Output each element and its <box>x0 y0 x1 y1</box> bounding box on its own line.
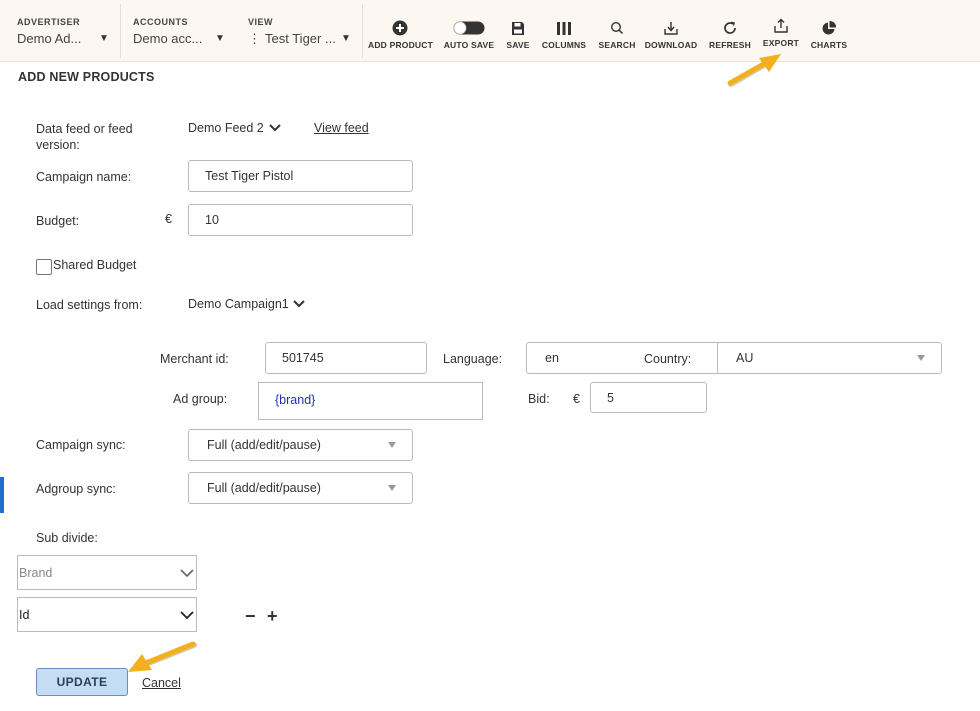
adgroup-sync-value: Full (add/edit/pause) <box>207 481 321 495</box>
save-label: SAVE <box>506 40 530 50</box>
data-feed-dropdown[interactable]: Demo Feed 2 <box>188 121 281 135</box>
bid-input[interactable]: 5 <box>590 382 707 413</box>
search-label: SEARCH <box>598 40 636 50</box>
sub-divide-select-1[interactable]: Brand <box>17 555 197 590</box>
export-label: EXPORT <box>762 38 800 48</box>
data-feed-value: Demo Feed 2 <box>188 121 264 135</box>
campaign-name-label: Campaign name: <box>36 170 132 184</box>
sub-divide-value-2: Id <box>19 607 30 622</box>
caret-down-icon <box>388 485 396 491</box>
campaign-sync-value: Full (add/edit/pause) <box>207 438 321 452</box>
bid-label: Bid: <box>528 392 550 406</box>
charts-button[interactable]: CHARTS <box>809 18 849 50</box>
country-value: AU <box>736 351 754 365</box>
active-section-indicator <box>0 477 4 513</box>
shared-budget-label: Shared Budget <box>53 258 137 272</box>
merchant-id-label: Merchant id: <box>160 352 229 366</box>
campaign-sync-label: Campaign sync: <box>36 438 126 452</box>
sub-divide-label: Sub divide: <box>36 531 98 545</box>
refresh-icon <box>708 18 752 38</box>
country-label: Country: <box>644 352 692 366</box>
chevron-down-icon: ▼ <box>341 33 351 44</box>
divider <box>120 4 121 58</box>
chevron-down-icon: ▼ <box>215 33 225 44</box>
caret-down-icon <box>917 355 925 361</box>
add-product-label: ADD PRODUCT <box>368 40 434 50</box>
annotation-arrow-export <box>727 54 781 87</box>
auto-save-label: AUTO SAVE <box>443 40 495 50</box>
data-feed-label: Data feed or feed version: <box>36 122 133 152</box>
load-settings-label: Load settings from: <box>36 298 143 312</box>
download-icon <box>643 18 699 38</box>
page-title: ADD NEW PRODUCTS <box>18 70 155 84</box>
merchant-id-input[interactable]: 501745 <box>265 342 427 374</box>
search-icon <box>597 18 637 38</box>
add-product-button[interactable]: ADD PRODUCT <box>368 18 434 50</box>
view-selector[interactable]: VIEW ⋮ Test Tiger ... ▼ <box>248 0 358 62</box>
download-label: DOWNLOAD <box>644 40 698 50</box>
search-button[interactable]: SEARCH <box>597 18 637 50</box>
language-label: Language: <box>443 352 503 366</box>
budget-input[interactable]: 10 <box>188 204 413 236</box>
save-button[interactable]: SAVE <box>503 18 533 50</box>
auto-save-toggle[interactable]: AUTO SAVE <box>443 18 495 50</box>
plus-circle-icon <box>368 18 432 38</box>
refresh-button[interactable]: REFRESH <box>708 18 752 50</box>
chevron-down-icon <box>180 568 194 577</box>
pie-chart-icon <box>809 18 849 38</box>
bid-currency: € <box>573 392 580 406</box>
advertiser-caption: ADVERTISER <box>17 17 81 27</box>
export-button[interactable]: EXPORT <box>760 16 802 48</box>
chevron-down-icon <box>293 300 305 308</box>
toggle-icon <box>443 18 495 38</box>
shared-budget-checkbox[interactable] <box>36 259 52 275</box>
annotation-arrow-update <box>128 641 197 672</box>
load-settings-dropdown[interactable]: Demo Campaign1 <box>188 297 305 311</box>
accounts-selector[interactable]: ACCOUNTS Demo acc... ▼ <box>133 0 233 62</box>
campaign-name-input[interactable]: Test Tiger Pistol <box>188 160 413 192</box>
refresh-label: REFRESH <box>708 40 752 50</box>
campaign-sync-select[interactable]: Full (add/edit/pause) <box>188 429 413 461</box>
chevron-down-icon: ▼ <box>99 33 109 44</box>
budget-currency: € <box>165 212 172 226</box>
export-icon <box>760 16 802 36</box>
language-input[interactable]: en <box>526 342 726 374</box>
budget-label: Budget: <box>36 214 80 228</box>
view-feed-link[interactable]: View feed <box>314 121 369 135</box>
cancel-link[interactable]: Cancel <box>142 676 181 690</box>
advertiser-selector[interactable]: ADVERTISER Demo Ad... ▼ <box>17 0 117 62</box>
adgroup-sync-select[interactable]: Full (add/edit/pause) <box>188 472 413 504</box>
top-toolbar: ADVERTISER Demo Ad... ▼ ACCOUNTS Demo ac… <box>0 0 980 62</box>
divider <box>362 4 363 58</box>
load-settings-value: Demo Campaign1 <box>188 297 289 311</box>
update-button[interactable]: UPDATE <box>36 668 128 696</box>
add-subdivide-button[interactable]: + <box>267 607 278 625</box>
ad-group-input[interactable]: {brand} <box>258 382 483 420</box>
country-select[interactable]: AU <box>717 342 942 374</box>
chevron-down-icon <box>180 610 194 619</box>
accounts-caption: ACCOUNTS <box>133 17 188 27</box>
caret-down-icon <box>388 442 396 448</box>
save-icon <box>503 18 533 38</box>
more-vertical-icon: ⋮ <box>248 31 261 46</box>
columns-icon <box>541 18 587 38</box>
adgroup-sync-label: Adgroup sync: <box>36 482 116 496</box>
ad-group-label: Ad group: <box>173 392 228 406</box>
sub-divide-value-1: Brand <box>19 565 53 580</box>
download-button[interactable]: DOWNLOAD <box>643 18 699 50</box>
sub-divide-select-2[interactable]: Id <box>17 597 197 632</box>
columns-label: COLUMNS <box>541 40 587 50</box>
charts-label: CHARTS <box>810 40 848 50</box>
columns-button[interactable]: COLUMNS <box>541 18 587 50</box>
remove-subdivide-button[interactable]: − <box>245 607 256 625</box>
chevron-down-icon <box>269 124 281 132</box>
view-caption: VIEW <box>248 17 274 27</box>
view-value-text: Test Tiger ... <box>265 31 336 46</box>
